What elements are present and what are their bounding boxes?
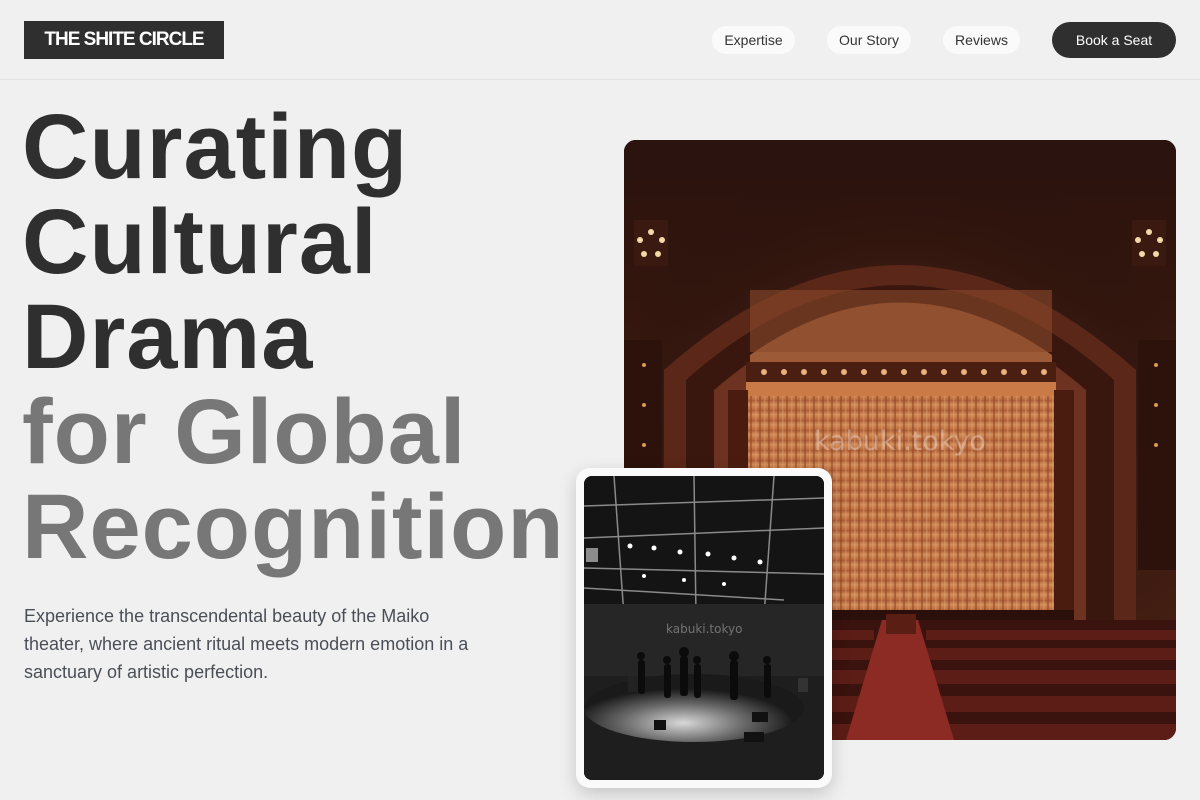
nav-link-reviews[interactable]: Reviews bbox=[943, 26, 1020, 54]
hero-headline: Curating Cultural Drama for Global Recog… bbox=[22, 100, 602, 575]
nav-link-expertise[interactable]: Expertise bbox=[712, 26, 795, 54]
rehearsal-photo: kabuki.tokyo bbox=[584, 476, 824, 780]
headline-line: Curating bbox=[22, 96, 409, 198]
rehearsal-illustration bbox=[584, 476, 824, 780]
headline-line: Drama bbox=[22, 286, 314, 388]
chandelier-left bbox=[634, 220, 668, 266]
site-logo[interactable]: THE SHITE CIRCLE bbox=[24, 21, 224, 59]
rehearsal-photo-card: kabuki.tokyo bbox=[576, 468, 832, 788]
cornice-lights bbox=[761, 369, 1047, 375]
hero-description: Experience the transcendental beauty of … bbox=[24, 606, 469, 682]
book-a-seat-button[interactable]: Book a Seat bbox=[1052, 22, 1176, 58]
headline-line-accent: Recognition bbox=[22, 476, 565, 578]
headline-line: Cultural bbox=[22, 191, 378, 293]
headline-line-accent: for Global bbox=[22, 381, 467, 483]
top-navigation-bar: THE SHITE CIRCLE Expertise Our Story Rev… bbox=[0, 0, 1200, 80]
chandelier-right bbox=[1132, 220, 1166, 266]
nav-link-our-story[interactable]: Our Story bbox=[827, 26, 911, 54]
